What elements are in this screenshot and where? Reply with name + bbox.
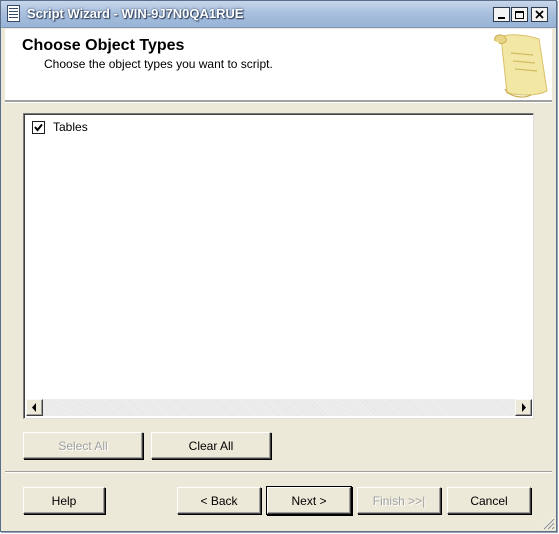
checkmark-icon xyxy=(34,123,43,132)
arrow-left-icon xyxy=(32,403,36,412)
minimize-button[interactable] xyxy=(493,7,510,22)
page-title: Choose Object Types xyxy=(22,37,185,54)
list-item-label: Tables xyxy=(53,120,88,134)
page-subtitle: Choose the object types you want to scri… xyxy=(44,57,273,71)
arrow-right-icon xyxy=(522,403,526,412)
close-icon xyxy=(535,10,544,19)
tables-checkbox[interactable] xyxy=(32,120,45,134)
horizontal-scrollbar[interactable] xyxy=(26,399,532,416)
object-types-list[interactable]: Tables xyxy=(23,113,534,419)
wizard-header: Choose Object Types Choose the object ty… xyxy=(5,29,552,101)
footer-divider xyxy=(5,471,552,473)
list-item-tables[interactable]: Tables xyxy=(32,119,88,135)
select-all-button[interactable]: Select All xyxy=(23,432,143,459)
next-button[interactable]: Next > xyxy=(267,487,351,514)
script-document-icon xyxy=(7,5,20,22)
window-title: Script Wizard - WIN-9J7N0QA1RUE xyxy=(27,6,244,21)
header-divider xyxy=(5,101,552,103)
maximize-button[interactable] xyxy=(511,7,528,22)
cancel-button[interactable]: Cancel xyxy=(447,487,531,514)
scroll-right-button[interactable] xyxy=(515,399,532,416)
minimize-icon xyxy=(498,17,505,19)
maximize-icon xyxy=(515,11,524,19)
size-grip-icon[interactable] xyxy=(539,514,555,530)
scroll-left-button[interactable] xyxy=(26,399,43,416)
close-button[interactable] xyxy=(531,7,548,22)
title-bar[interactable]: Script Wizard - WIN-9J7N0QA1RUE xyxy=(1,1,556,28)
back-button[interactable]: < Back xyxy=(177,487,261,514)
help-button[interactable]: Help xyxy=(23,487,105,514)
scrollbar-track[interactable] xyxy=(43,399,515,416)
parchment-scroll-icon xyxy=(494,34,548,98)
script-wizard-window: Script Wizard - WIN-9J7N0QA1RUE Choose O… xyxy=(0,0,557,532)
clear-all-button[interactable]: Clear All xyxy=(151,432,271,459)
finish-button[interactable]: Finish >>| xyxy=(357,487,441,514)
